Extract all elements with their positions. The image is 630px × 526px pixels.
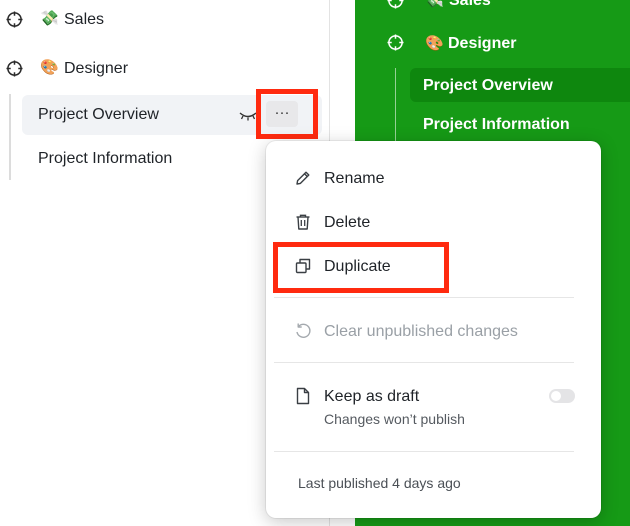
crosshair-icon [6,60,23,77]
menu-divider [274,451,574,452]
section-label: Sales [449,0,491,9]
page-item-label: Project Information [38,150,173,167]
section-emoji: 💸 [40,10,59,27]
section-emoji: 💸 [425,0,444,9]
section-label: Sales [64,11,105,28]
trash-icon [296,214,310,230]
page-item-label: Project Overview [423,77,553,94]
crosshair-icon [387,34,404,51]
preview-page-project-information[interactable]: Project Information [410,107,630,141]
preview-page-project-overview[interactable]: Project Overview [410,68,630,102]
menu-item-clear-unpublished-changes: Clear unpublished changes [266,311,601,351]
section-sales[interactable]: 💸 Sales [0,3,320,35]
undo-icon [296,323,311,338]
menu-item-label: Clear unpublished changes [324,323,518,340]
highlight-box-duplicate [273,242,449,293]
menu-divider [274,297,574,298]
page-context-menu: Rename Delete Duplicate Clear unpublishe… [266,141,601,518]
keep-as-draft-toggle[interactable] [549,389,575,403]
section-designer[interactable]: 🎨 Designer [0,52,320,84]
crosshair-icon [387,0,404,9]
section-emoji: 🎨 [40,59,59,76]
document-icon [296,387,310,405]
menu-item-label: Delete [324,214,371,231]
page-item-label: Project Overview [38,106,159,123]
menu-divider [274,362,574,363]
eye-closed-icon[interactable] [238,107,258,123]
section-label: Designer [448,35,517,52]
crosshair-icon [6,11,23,28]
last-published-text: Last published 4 days ago [298,475,461,491]
menu-item-delete[interactable]: Delete [266,202,601,242]
menu-item-label: Keep as draft [324,388,420,405]
menu-item-rename[interactable]: Rename [266,158,601,198]
pencil-icon [296,171,310,185]
toggle-knob [551,391,561,401]
draft-description: Changes won’t publish [324,411,465,427]
page-item-label: Project Information [423,116,570,133]
tree-indent-line [9,94,11,180]
section-emoji: 🎨 [425,35,444,52]
menu-item-label: Rename [324,170,385,187]
highlight-box-more-button [256,89,318,139]
section-label: Designer [64,60,129,77]
